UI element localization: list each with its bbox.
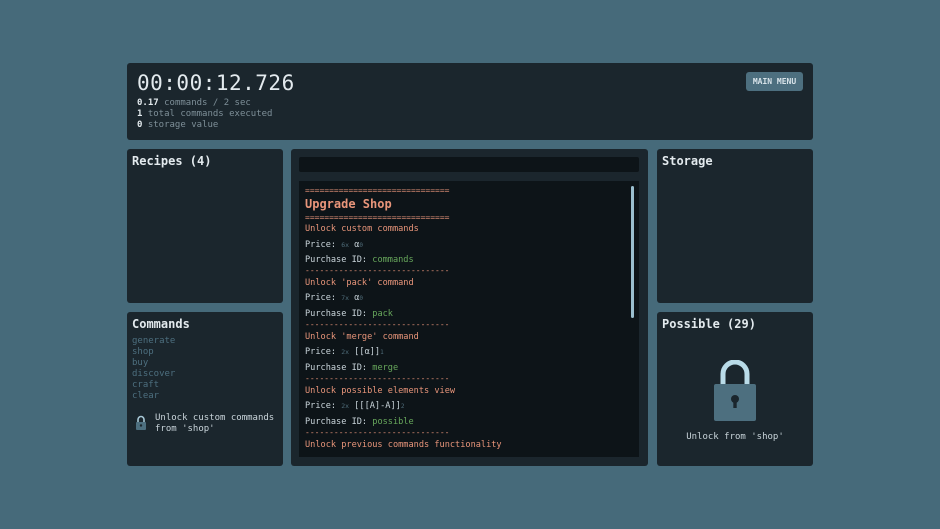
possible-panel: Possible (29) Unlock from 'shop' — [657, 312, 813, 466]
scrollbar[interactable] — [631, 186, 634, 318]
timer: 00:00:12.726 — [137, 71, 295, 95]
storage-panel: Storage — [657, 149, 813, 303]
shop-item-price: Price: 2x [[α]]1 — [305, 347, 384, 357]
header-panel: 00:00:12.726 0.17 commands / 2 sec 1 tot… — [127, 63, 813, 140]
shop-item-name: Unlock custom commands — [305, 224, 419, 234]
shop-item-id: Purchase ID: possible — [305, 417, 414, 427]
main-menu-button[interactable]: MAIN MENU — [746, 72, 803, 91]
command-shop[interactable]: shop — [132, 347, 154, 357]
stat-commands-rate: 0.17 commands / 2 sec — [137, 98, 251, 108]
separator: ============================== — [305, 186, 450, 195]
storage-title: Storage — [662, 154, 713, 168]
commands-title: Commands — [132, 317, 190, 331]
lock-icon — [714, 360, 756, 421]
separator: ------------------------------ — [305, 374, 450, 383]
shop-item-name: Unlock 'merge' command — [305, 332, 419, 342]
command-clear[interactable]: clear — [132, 391, 159, 401]
possible-lock-text: Unlock from 'shop' — [686, 432, 784, 442]
stat-storage-value: 0 storage value — [137, 120, 219, 130]
shop-item-id: Purchase ID: commands — [305, 255, 414, 265]
shop-title: Upgrade Shop — [305, 197, 392, 211]
shop-item-id: Purchase ID: pack — [305, 309, 393, 319]
lock-icon — [136, 415, 146, 430]
shop-output: ============================== Upgrade S… — [299, 181, 639, 457]
shop-item-price: Price: 6x α0 — [305, 240, 364, 250]
command-buy[interactable]: buy — [132, 358, 148, 368]
recipes-title: Recipes (4) — [132, 154, 212, 168]
command-craft[interactable]: craft — [132, 380, 159, 390]
stat-total-commands: 1 total commands executed — [137, 109, 273, 119]
command-input[interactable] — [299, 157, 639, 172]
separator: ------------------------------ — [305, 320, 450, 329]
shop-item-name: Unlock previous commands functionality — [305, 440, 502, 450]
command-generate[interactable]: generate — [132, 336, 175, 346]
shop-item-price: Price: 7x α0 — [305, 293, 364, 303]
recipes-panel: Recipes (4) — [127, 149, 283, 303]
shop-item-name: Unlock 'pack' command — [305, 278, 414, 288]
possible-title: Possible (29) — [662, 317, 756, 331]
command-discover[interactable]: discover — [132, 369, 175, 379]
shop-item-id: Purchase ID: merge — [305, 363, 399, 373]
separator: ------------------------------ — [305, 266, 450, 275]
commands-lock-text: Unlock custom commands from 'shop' — [155, 413, 275, 434]
shop-item-name: Unlock possible elements view — [305, 386, 456, 396]
console-panel: ============================== Upgrade S… — [291, 149, 648, 466]
commands-panel: Commands generate shop buy discover craf… — [127, 312, 283, 466]
separator: ------------------------------ — [305, 428, 450, 437]
separator: ============================== — [305, 213, 450, 222]
shop-item-price: Price: 2x [[[A]-A]]2 — [305, 401, 405, 411]
